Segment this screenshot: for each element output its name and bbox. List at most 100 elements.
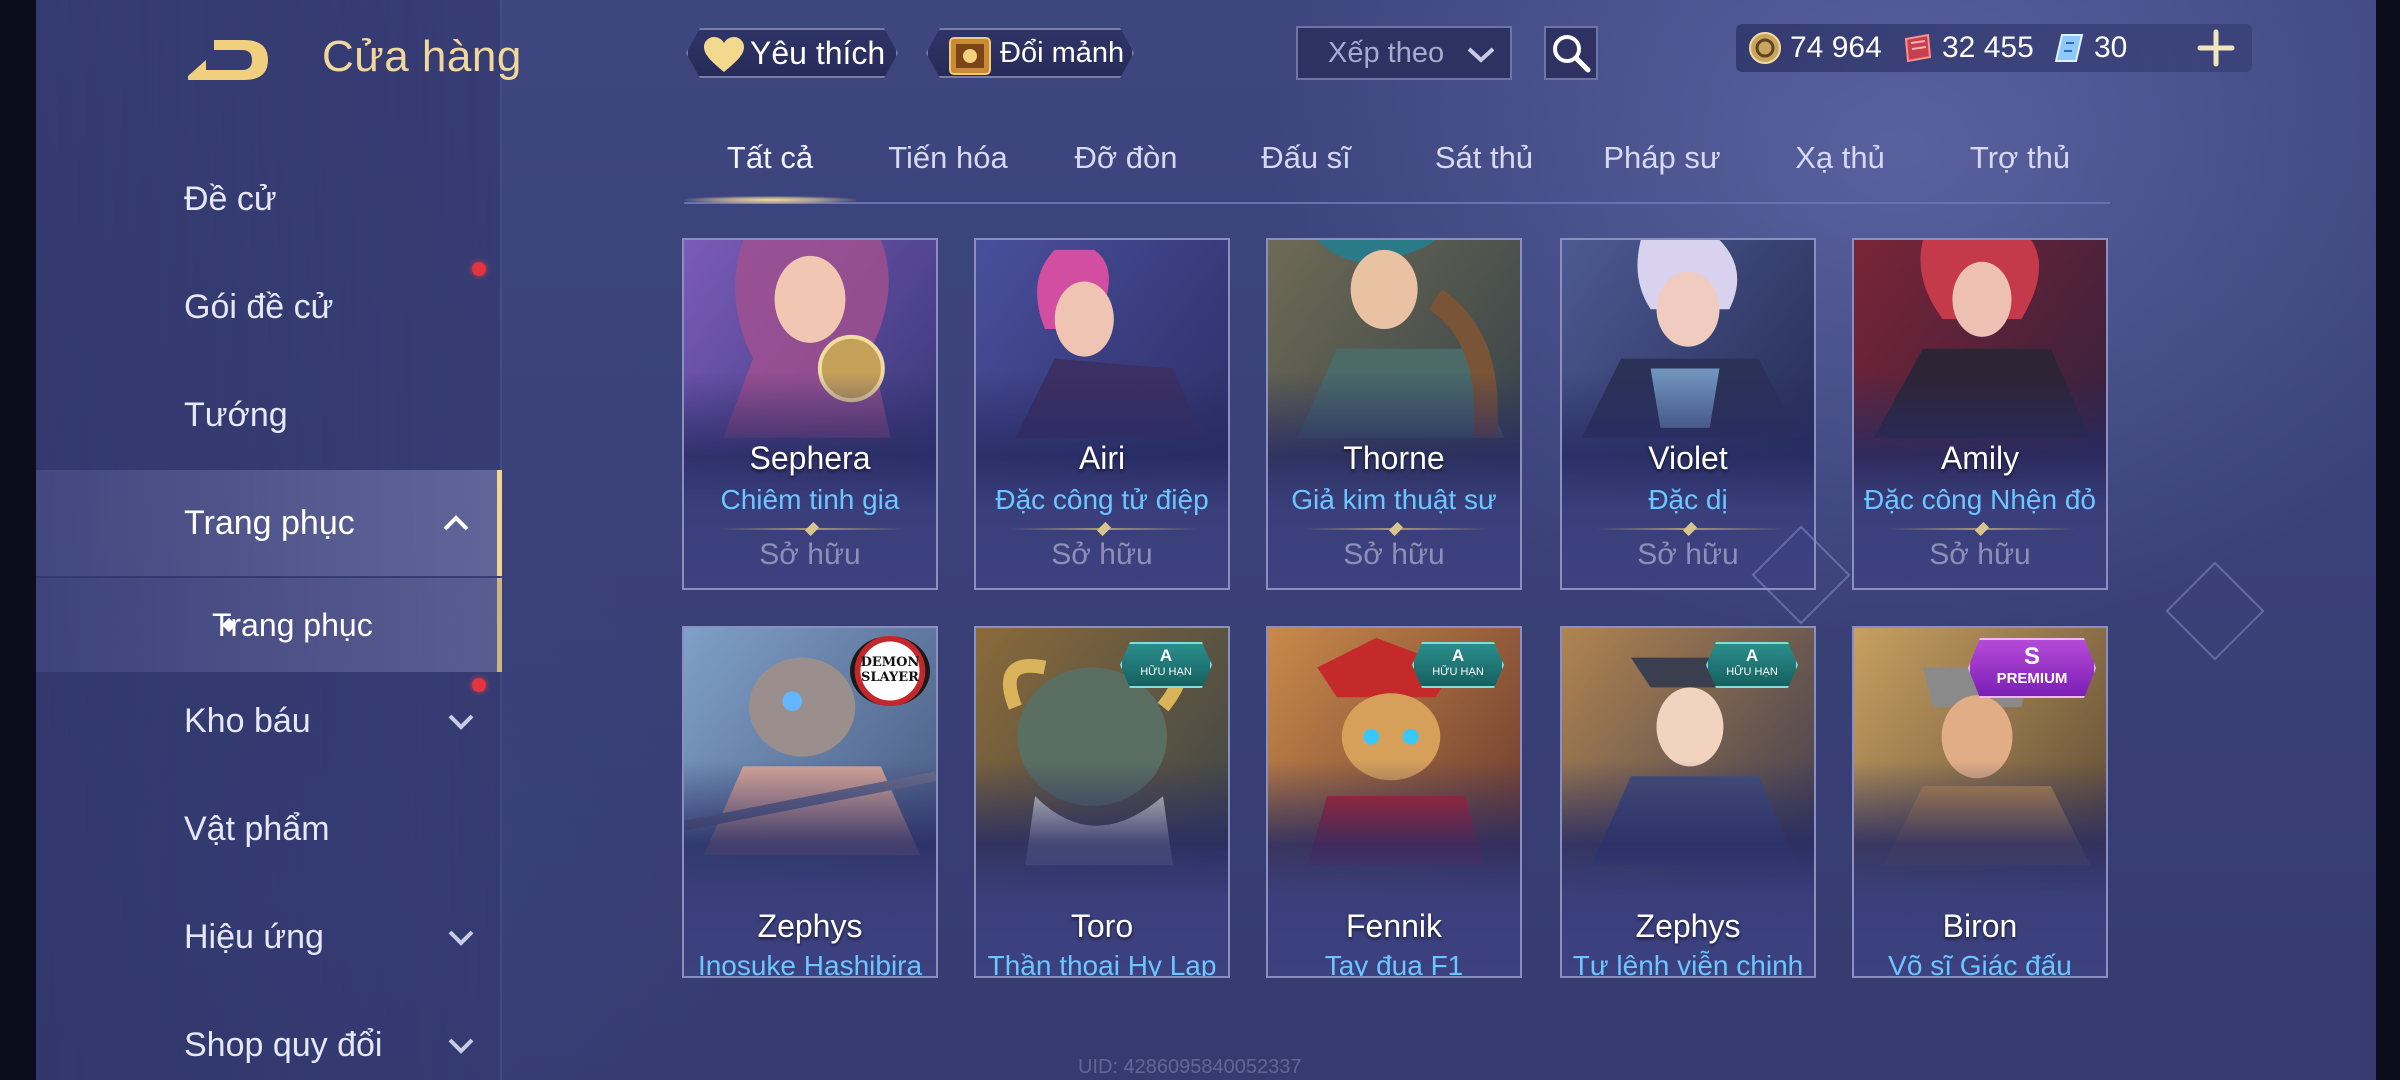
voucher-amount: 32 455 bbox=[1942, 31, 2034, 64]
sidebar-item-treasure[interactable]: Kho báu bbox=[36, 668, 502, 774]
search-button[interactable] bbox=[1544, 26, 1598, 80]
tab-label: Xạ thủ bbox=[1795, 140, 1885, 175]
skin-name: Tư lệnh viễn chinh bbox=[1572, 950, 1804, 978]
favorites-button[interactable]: Yêu thích bbox=[686, 28, 898, 78]
tab-marksman[interactable]: Xạ thủ bbox=[1754, 140, 1926, 202]
badge-grade: S bbox=[2023, 643, 2040, 670]
ownership-status: Sở hữu bbox=[1051, 538, 1153, 571]
tab-label: Pháp sư bbox=[1603, 140, 1721, 175]
tab-evolution[interactable]: Tiến hóa bbox=[862, 140, 1034, 202]
badge-text: HỮU HẠN bbox=[1432, 666, 1484, 678]
limited-grade-a-badge: A HỮU HẠN bbox=[1706, 642, 1798, 688]
back-arrow-icon bbox=[188, 40, 268, 80]
tab-tank[interactable]: Đỡ đòn bbox=[1040, 140, 1212, 202]
ownership-status: Sở hữu bbox=[1929, 538, 2031, 571]
sidebar-item-heroes[interactable]: Tướng bbox=[36, 362, 502, 468]
tab-support[interactable]: Trợ thủ bbox=[1934, 140, 2106, 202]
tab-label: Đỡ đòn bbox=[1074, 140, 1178, 175]
sidebar-item-featured[interactable]: Đề cử bbox=[36, 146, 502, 252]
fragment-chest-icon bbox=[946, 32, 994, 78]
skin-name: Võ sĩ Giác đấu bbox=[1888, 950, 2072, 978]
limited-grade-a-badge: A HỮU HẠN bbox=[1412, 642, 1504, 688]
tab-label: Tiến hóa bbox=[888, 140, 1008, 175]
skin-name: Giả kim thuật sư bbox=[1291, 484, 1497, 515]
sort-dropdown[interactable]: Xếp theo bbox=[1296, 26, 1512, 80]
sidebar-item-label: Shop quy đổi bbox=[184, 1025, 383, 1064]
badge-grade: A bbox=[1451, 646, 1465, 665]
skin-card[interactable]: DEMON SLAYER Zephys Inosuke Hashibira bbox=[682, 626, 938, 978]
favorites-label: Yêu thích bbox=[750, 34, 886, 71]
sort-dropdown-label: Xếp theo bbox=[1328, 36, 1445, 69]
ownership-status: Sở hữu bbox=[1343, 538, 1445, 571]
chevron-down-icon bbox=[448, 930, 474, 946]
hero-name: Fennik bbox=[1345, 908, 1443, 944]
tab-warrior[interactable]: Đấu sĩ bbox=[1220, 140, 1392, 202]
badge-text: HỮU HẠN bbox=[1726, 666, 1778, 678]
tab-label: Trợ thủ bbox=[1969, 140, 2071, 175]
hero-name: Amily bbox=[1940, 440, 2020, 476]
exchange-fragments-button[interactable]: Đổi mảnh bbox=[926, 28, 1134, 78]
skin-card[interactable]: S PREMIUM Biron Võ sĩ Giác đấu bbox=[1852, 626, 2108, 978]
limited-grade-a-badge: A HỮU HẠN bbox=[1120, 642, 1212, 688]
hero-name: Airi bbox=[1078, 440, 1126, 476]
sidebar-item-skins[interactable]: Trang phục bbox=[36, 470, 502, 576]
tab-label: Sát thủ bbox=[1434, 140, 1534, 175]
sidebar-item-items[interactable]: Vật phẩm bbox=[36, 776, 502, 882]
add-currency-button[interactable] bbox=[2196, 28, 2236, 68]
sidebar-item-effects[interactable]: Hiệu ứng bbox=[36, 884, 502, 990]
notification-dot bbox=[472, 262, 486, 276]
skin-card[interactable]: Thorne Giả kim thuật sư Sở hữu bbox=[1266, 238, 1522, 590]
skin-card[interactable]: Amily Đặc công Nhện đỏ Sở hữu bbox=[1852, 238, 2108, 590]
back-button[interactable] bbox=[180, 30, 280, 90]
sidebar-item-label: Tướng bbox=[184, 395, 288, 434]
voucher-balance: 32 455 bbox=[1900, 24, 2034, 72]
right-edge bbox=[2376, 0, 2400, 1080]
token-amount: 30 bbox=[2094, 31, 2128, 64]
blue-token-icon bbox=[2054, 34, 2084, 62]
skin-card[interactable]: A HỮU HẠN Zephys Tư lệnh viễn chinh bbox=[1560, 626, 1816, 978]
sidebar-item-featured-packs[interactable]: Gói đề cử bbox=[36, 254, 502, 360]
skin-card[interactable]: Airi Đặc công tử điệp Sở hữu bbox=[974, 238, 1230, 590]
chevron-down-icon bbox=[448, 714, 474, 730]
gold-amount: 74 964 bbox=[1790, 31, 1882, 64]
hero-name: Biron bbox=[1942, 908, 2018, 944]
skin-name: Thần thoại Hy Lạp bbox=[987, 950, 1217, 978]
hero-name: Thorne bbox=[1343, 440, 1445, 476]
skin-name: Inosuke Hashibira bbox=[697, 950, 923, 978]
hero-name: Zephys bbox=[757, 908, 863, 944]
hero-name: Toro bbox=[1070, 908, 1134, 944]
skin-card[interactable]: Violet Đặc dị Sở hữu bbox=[1560, 238, 1816, 590]
currency-bar: 74 964 32 455 30 bbox=[1736, 24, 2252, 72]
sidebar-subitem-skins[interactable]: Trang phục bbox=[36, 578, 502, 672]
heart-icon bbox=[702, 36, 746, 74]
hero-name: Violet bbox=[1648, 440, 1728, 476]
gold-coin-icon bbox=[1749, 32, 1781, 64]
chevron-down-icon bbox=[1467, 47, 1495, 63]
sidebar-item-label: Vật phẩm bbox=[184, 809, 330, 848]
tab-label: Tất cả bbox=[726, 140, 814, 175]
tab-mage[interactable]: Pháp sư bbox=[1576, 140, 1748, 202]
skin-name: Đặc công Nhện đỏ bbox=[1864, 484, 2096, 515]
sidebar-item-exchange-shop[interactable]: Shop quy đổi bbox=[36, 992, 502, 1080]
skin-card[interactable]: A HỮU HẠN Fennik Tay đua F1 bbox=[1266, 626, 1522, 978]
skin-card[interactable]: A HỮU HẠN Toro Thần thoại Hy Lạp bbox=[974, 626, 1230, 978]
tab-label: Đấu sĩ bbox=[1261, 140, 1351, 175]
skin-name: Đặc dị bbox=[1648, 484, 1728, 515]
skin-name: Chiêm tinh gia bbox=[720, 484, 900, 515]
shop-screen: Cửa hàng Đề cử Gói đề cử Tướng Trang phụ… bbox=[0, 0, 2400, 1080]
sidebar-subitem-label: Trang phục bbox=[212, 606, 373, 643]
badge-text: HỮU HẠN bbox=[1140, 666, 1192, 678]
tab-all[interactable]: Tất cả bbox=[684, 140, 856, 202]
gold-balance: 74 964 bbox=[1748, 24, 1882, 72]
sidebar-item-label: Trang phục bbox=[184, 503, 355, 542]
badge-text: PREMIUM bbox=[1996, 670, 2068, 687]
left-edge bbox=[0, 0, 36, 1080]
skin-card[interactable]: Sephera Chiêm tinh gia Sở hữu bbox=[682, 238, 938, 590]
sidebar-item-label: Hiệu ứng bbox=[184, 917, 324, 956]
active-tab-indicator bbox=[684, 196, 856, 204]
badge-grade: A bbox=[1159, 646, 1173, 665]
search-icon bbox=[1553, 35, 1591, 73]
tab-assassin[interactable]: Sát thủ bbox=[1398, 140, 1570, 202]
sidebar-item-label: Kho báu bbox=[184, 701, 311, 740]
hero-name: Sephera bbox=[749, 440, 871, 476]
